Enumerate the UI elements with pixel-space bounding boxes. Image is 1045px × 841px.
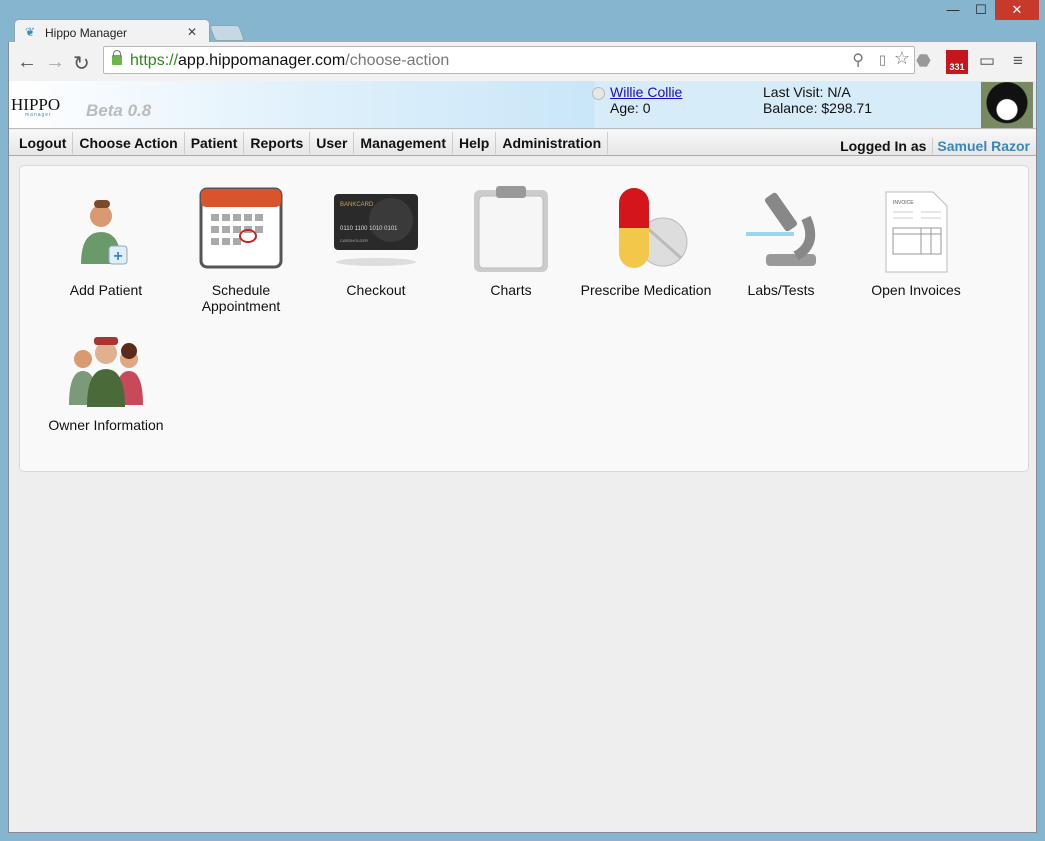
menu-help[interactable]: Help	[453, 131, 497, 154]
microscope-icon	[736, 184, 826, 274]
action-label: Labs/Tests	[747, 282, 815, 298]
patient-name-link[interactable]: Willie Collie	[610, 84, 682, 100]
action-owner-information[interactable]: Owner Information	[36, 319, 176, 433]
action-label: Owner Information	[48, 417, 164, 433]
action-charts[interactable]: Charts	[441, 184, 581, 298]
patient-search-icon[interactable]	[592, 87, 605, 100]
gmail-extension-icon[interactable]: 331	[946, 50, 968, 74]
app-header: HIPPO manager Beta 0.8 Willie Collie Age:…	[9, 81, 1036, 129]
action-label: Prescribe Medication	[580, 282, 712, 298]
people-icon	[61, 319, 151, 409]
action-label: Add Patient	[69, 282, 143, 298]
credit-card-icon: BANKCARD 0110 1100 1010 0101 CARDHOLDER	[331, 184, 421, 274]
browser-tab[interactable]: ❦ Hippo Manager ✕	[14, 19, 210, 43]
patient-photo	[981, 82, 1033, 128]
back-icon[interactable]: ←	[17, 51, 37, 74]
add-patient-icon: +	[61, 184, 151, 274]
pill-icon	[601, 184, 691, 274]
logo-subtext: manager	[25, 112, 52, 118]
menu-choose-action[interactable]: Choose Action	[73, 131, 185, 154]
menu-icon[interactable]: ≡	[1013, 51, 1023, 71]
action-checkout[interactable]: BANKCARD 0110 1100 1010 0101 CARDHOLDER Ch…	[306, 184, 446, 298]
cast-icon[interactable]: ▭	[979, 51, 995, 71]
main-menu: Logout Choose Action Patient Reports Use…	[9, 130, 1036, 156]
minimize-button[interactable]: —	[939, 0, 967, 20]
menu-patient[interactable]: Patient	[185, 131, 245, 154]
patient-age: Age: 0	[610, 100, 651, 116]
action-prescribe-medication[interactable]: Prescribe Medication	[576, 184, 716, 298]
menu-management[interactable]: Management	[354, 131, 453, 154]
bookmark-star-icon[interactable]: ☆	[894, 48, 910, 69]
last-visit: Last Visit: N/A	[763, 84, 851, 100]
invoice-icon: INVOICE	[871, 184, 961, 274]
tab-title: Hippo Manager	[45, 26, 128, 40]
action-schedule-appointment[interactable]: Schedule Appointment	[171, 184, 311, 314]
patient-info: Willie Collie Age: 0	[610, 84, 682, 116]
tab-close-icon[interactable]: ✕	[187, 25, 197, 39]
card-brand: BANKCARD	[340, 202, 374, 208]
invoice-title: INVOICE	[893, 200, 914, 206]
user-name[interactable]: Samuel Razor	[937, 138, 1030, 154]
menu-reports[interactable]: Reports	[244, 131, 311, 154]
action-open-invoices[interactable]: INVOICE Open Invoices	[846, 184, 986, 298]
balance: Balance: $298.71	[763, 100, 872, 116]
window-controls: — ☐ ✕	[939, 0, 1039, 20]
actions-panel: + Add Patient Schedule Appointment BANKC…	[19, 165, 1029, 472]
card-holder: CARDHOLDER	[340, 238, 368, 243]
reload-icon[interactable]: ↻	[73, 51, 90, 76]
page: HIPPO manager Beta 0.8 Willie Collie Age:…	[8, 81, 1037, 833]
card-number: 0110 1100 1010 0101	[340, 226, 398, 232]
logged-in-label: Logged In as	[834, 138, 934, 154]
url-host: app.hippomanager.com	[178, 52, 346, 69]
menu-user[interactable]: User	[310, 131, 355, 154]
action-label: Open Invoices	[871, 282, 961, 298]
address-bar[interactable]: https://app.hippomanager.com/choose-acti…	[103, 46, 915, 74]
browser-toolbar: ← → ↻ https://app.hippomanager.com/choos…	[8, 42, 1037, 81]
action-labs-tests[interactable]: Labs/Tests	[711, 184, 851, 298]
version-label: Beta 0.8	[86, 101, 152, 120]
forward-icon[interactable]: →	[45, 51, 65, 74]
svg-text:+: +	[113, 248, 122, 265]
visit-info: Last Visit: N/A Balance: $298.71	[763, 84, 872, 116]
maximize-button[interactable]: ☐	[967, 0, 995, 20]
action-label: Schedule Appointment	[201, 282, 281, 314]
calendar-icon	[196, 184, 286, 274]
url-scheme: https://	[130, 52, 179, 69]
action-label: Charts	[490, 282, 532, 298]
clipboard-icon	[466, 184, 556, 274]
menu-logout[interactable]: Logout	[13, 131, 74, 154]
new-tab-button[interactable]	[209, 25, 245, 41]
zoom-icon[interactable]: ⚲	[852, 50, 864, 70]
gmail-badge: 331	[949, 62, 965, 72]
adblock-icon[interactable]: ⬣	[916, 51, 931, 71]
action-label: Checkout	[346, 282, 406, 298]
lock-icon	[112, 50, 122, 65]
logo: HIPPO manager	[11, 95, 60, 118]
hippo-favicon-icon: ❦	[25, 25, 36, 39]
menu-administration[interactable]: Administration	[496, 131, 609, 154]
page-source-icon[interactable]: ▯	[879, 52, 886, 68]
logged-in-info: Logged In as Samuel Razor	[834, 135, 1030, 157]
close-window-button[interactable]: ✕	[995, 0, 1039, 20]
action-add-patient[interactable]: + Add Patient	[36, 184, 176, 298]
url-path: /choose-action	[345, 52, 450, 69]
